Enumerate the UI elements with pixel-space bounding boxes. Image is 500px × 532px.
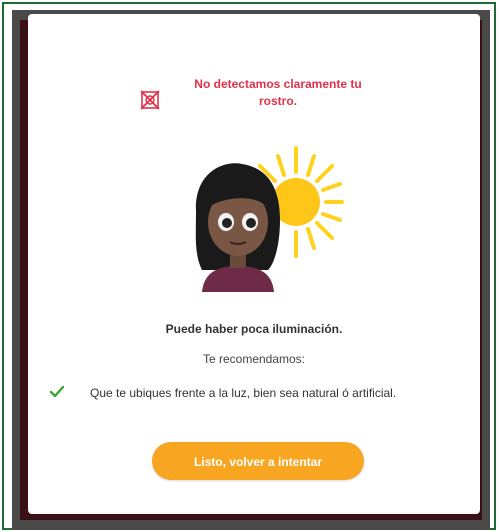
- check-icon: [50, 386, 64, 398]
- error-message: No detectamos claramente tu rostro.: [194, 77, 362, 108]
- face-with-sun-illustration: [195, 146, 344, 292]
- no-face-icon: [140, 90, 160, 110]
- retry-button[interactable]: Listo, volver a intentar: [152, 442, 364, 480]
- cause-text: Puede haber poca iluminación.: [165, 322, 343, 336]
- error-message-row: No detectamos claramente tu rostro.: [28, 74, 480, 124]
- face-detection-dialog: No detectamos claramente tu rostro. Pued…: [28, 14, 480, 514]
- recommend-label: Te recomendamos:: [202, 352, 306, 366]
- tip-text: Que te ubiques frente a la luz, bien sea…: [90, 386, 397, 400]
